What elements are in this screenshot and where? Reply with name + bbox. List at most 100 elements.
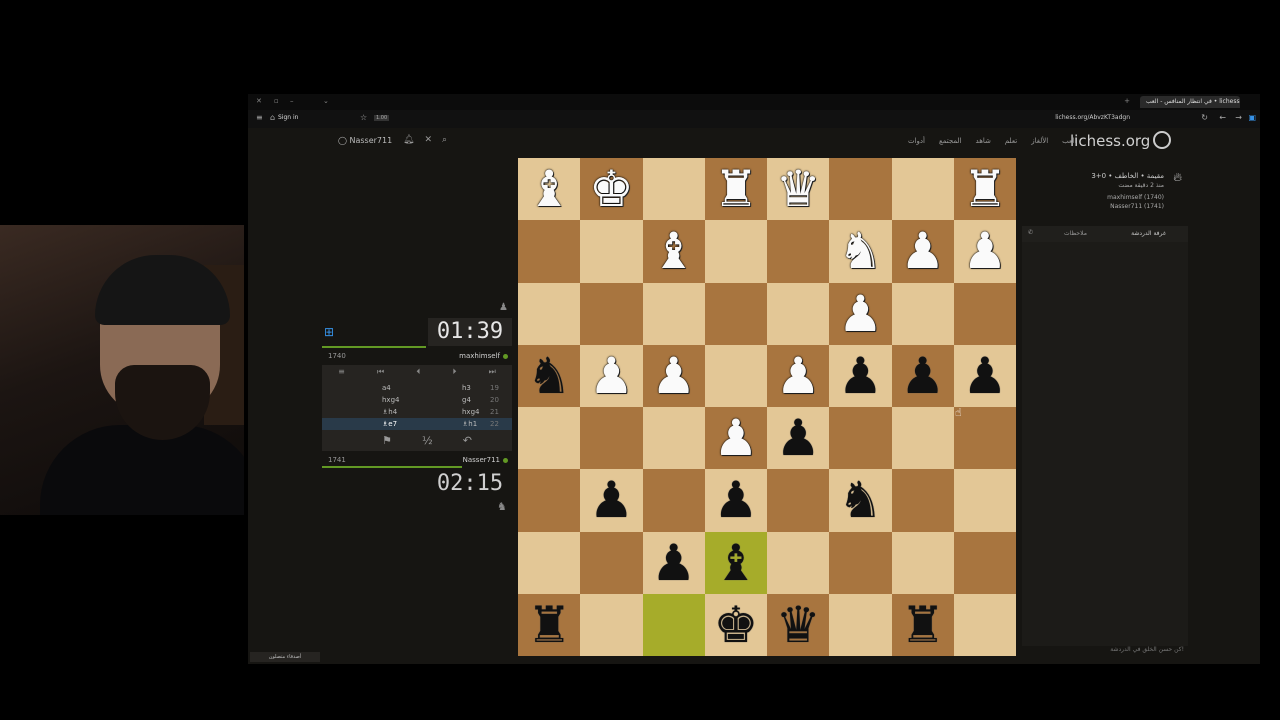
board-square[interactable]: ♟ [580,344,643,407]
black-pawn-icon[interactable]: ♟ [900,351,945,401]
white-pawn-icon[interactable]: ♟ [900,226,945,276]
board-square[interactable]: ♟ [767,344,830,407]
white-pawn-icon[interactable]: ♟ [713,413,758,463]
board-square[interactable]: ♟ [829,282,892,345]
board-square[interactable] [891,469,954,532]
bell-icon[interactable]: 🔔︎ [403,135,414,145]
chevron-down-icon[interactable]: ⌄ [323,97,329,105]
board-square[interactable]: ♞ [518,344,581,407]
black-knight-icon[interactable]: ♞ [527,351,572,401]
board-square[interactable] [829,158,892,221]
board-square[interactable] [953,407,1016,470]
black-pawn-icon[interactable]: ♟ [713,475,758,525]
black-rook-icon[interactable]: ♜ [900,600,945,650]
board-square[interactable] [891,282,954,345]
board-square[interactable]: ♝ [518,158,581,221]
black-rook-icon[interactable]: ♜ [527,600,572,650]
user-menu[interactable]: ◯ Nasser711 [338,136,392,145]
board-square[interactable]: ♟ [953,220,1016,283]
move-row[interactable]: a4 h3 19 [322,382,512,394]
board-square[interactable] [580,593,643,656]
board-square[interactable] [518,220,581,283]
board-square[interactable] [829,531,892,594]
black-bishop-icon[interactable]: ♝ [713,538,758,588]
reload-icon[interactable]: ↻ [1201,113,1208,122]
board-square[interactable] [891,531,954,594]
board-square[interactable]: ♟ [580,469,643,532]
black-queen-icon[interactable]: ♛ [776,600,821,650]
window-max-icon[interactable]: ▫ [274,97,279,105]
board-square[interactable] [518,407,581,470]
forward-icon[interactable]: → [1235,113,1242,122]
white-pawn-icon[interactable]: ♟ [962,226,1007,276]
white-knight-icon[interactable]: ♞ [838,226,883,276]
board-square[interactable]: ♞ [829,469,892,532]
nav-tools[interactable]: أدوات [908,137,925,145]
board-square[interactable] [518,282,581,345]
board-square[interactable]: ♟ [891,220,954,283]
black-pawn-icon[interactable]: ♟ [651,538,696,588]
board-square[interactable] [767,469,830,532]
board-square[interactable]: ♟ [829,344,892,407]
board-square[interactable] [704,344,767,407]
board-square[interactable]: ♝ [704,531,767,594]
white-rook-icon[interactable]: ♜ [713,164,758,214]
menu-icon[interactable]: ≡ [256,113,263,122]
board-square[interactable]: ♜ [704,158,767,221]
nav-puzzles[interactable]: الألغاز [1031,137,1048,145]
board-square[interactable]: ♟ [704,469,767,532]
board-square[interactable]: ♟ [767,407,830,470]
board-square[interactable]: ♜ [953,158,1016,221]
sidebar-icon[interactable]: ▣ [1248,113,1256,122]
move-row[interactable]: hxg4 g4 20 [322,394,512,406]
white-rook-icon[interactable]: ♜ [962,164,1007,214]
board-square[interactable]: ♟ [642,531,705,594]
home-icon[interactable]: ⌂ [270,113,275,122]
board-square[interactable]: ♟ [642,344,705,407]
nav-community[interactable]: المجتمع [939,137,962,145]
board-square[interactable] [767,531,830,594]
url-field[interactable]: lichess.org/AbvzKT3adgn [1055,114,1130,121]
black-pawn-icon[interactable]: ♟ [962,351,1007,401]
swords-icon[interactable]: ✕ [424,135,432,145]
white-player-info[interactable]: maxhimself (1740) [1107,194,1164,201]
move-row[interactable]: ♗h4 hxg4 21 [322,406,512,418]
site-logo[interactable]: lichess.org [1070,132,1150,150]
board-square[interactable] [642,407,705,470]
lichess-horse-icon[interactable] [1153,131,1171,149]
nav-watch[interactable]: شاهد [976,137,991,145]
white-pawn-icon[interactable]: ♟ [651,351,696,401]
player-name[interactable]: maxhimself [459,352,500,360]
move-black[interactable]: a4 [382,384,391,392]
takeback-icon[interactable]: ↶ [463,434,472,447]
bookmark-icon[interactable]: ☆ [360,113,367,122]
move-black[interactable]: hxg4 [382,396,399,404]
board-square[interactable] [580,407,643,470]
move-black[interactable]: ♗h4 [382,408,397,416]
prev-move-icon[interactable]: ⏴ [416,367,420,381]
board-square[interactable] [953,469,1016,532]
board-square[interactable]: ♟ [704,407,767,470]
board-square[interactable] [704,282,767,345]
last-move-icon[interactable]: ⏭ [489,367,496,381]
back-icon[interactable]: ← [1219,113,1226,122]
board-square[interactable]: ♚ [704,593,767,656]
board-square[interactable] [642,282,705,345]
phone-icon[interactable]: ✆ [1028,229,1033,236]
board-square[interactable] [891,407,954,470]
window-min-icon[interactable]: – [290,97,294,105]
resign-flag-icon[interactable]: ⚑ [382,434,392,447]
board-square[interactable] [518,469,581,532]
new-tab-icon[interactable]: + [1124,97,1130,105]
tab-chat[interactable]: غرفة الدردشة [1131,230,1166,237]
search-icon[interactable]: ⌕ [442,135,447,145]
board-square[interactable]: ♛ [767,593,830,656]
add-time-icon[interactable]: ⊞ [324,325,334,339]
board-square[interactable] [642,158,705,221]
next-move-icon[interactable]: ⏵ [453,367,457,381]
board-square[interactable]: ♚ [580,158,643,221]
board-square[interactable] [767,220,830,283]
white-king-icon[interactable]: ♚ [589,164,634,214]
board-square[interactable] [953,282,1016,345]
move-white[interactable]: g4 [462,396,471,404]
